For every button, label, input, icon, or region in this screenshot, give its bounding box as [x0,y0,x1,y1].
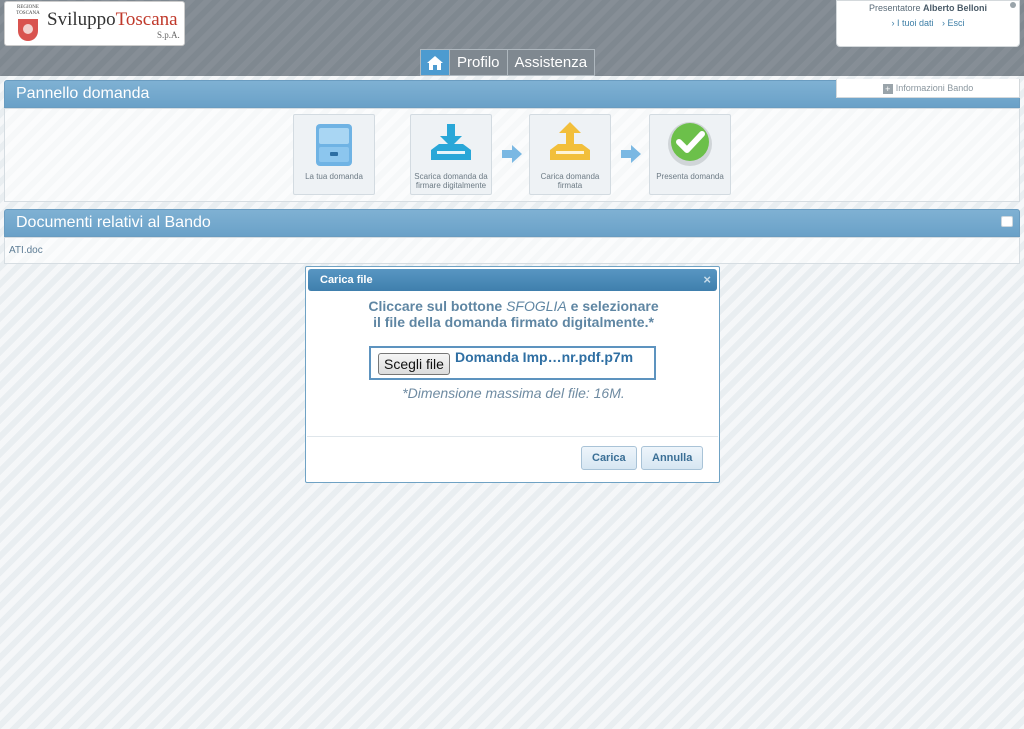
presenter-label: Presentatore [868,3,921,13]
panel-documenti-body [4,237,1020,264]
arrow-right-icon [620,143,642,165]
logo-subtitle: S.p.A. [157,30,180,40]
info-bando-label: Informazioni Bando [895,83,974,93]
download-tray-icon [427,120,475,168]
step-label: La tua domanda [305,172,363,181]
step-la-tua-domanda[interactable]: La tua domanda [293,114,375,195]
cabinet-icon [310,120,358,168]
file-size-note: *Dimensione massima del file: 16M. [402,385,625,401]
dialog-instruction: Cliccare sul bottone SFOGLIA e seleziona… [306,298,721,330]
arrow-right-icon [501,143,523,165]
panel-documenti-title: Documenti relativi al Bando [16,214,211,231]
step-presenta-domanda[interactable]: Presenta domanda [649,114,731,195]
nav-home-button[interactable] [420,49,450,76]
region-crest: REGIONE TOSCANA [13,5,43,45]
dialog-header: Carica file × [308,269,717,291]
instruction-text: e selezionare [566,298,659,314]
plus-icon: + [882,84,893,94]
instruction-line2: il file della domanda firmato digitalmen… [373,314,654,330]
instruction-emphasis: SFOGLIA [506,298,567,314]
step-carica-domanda[interactable]: Carica domanda firmata [529,114,611,195]
logo[interactable]: REGIONE TOSCANA SviluppoToscana S.p.A. [4,1,185,46]
shield-icon [18,19,38,41]
upload-button[interactable]: Carica [581,446,637,470]
step-scarica-domanda[interactable]: Scarica domanda da firmare digitalmente [410,114,492,195]
logo-title-accent: Toscana [115,9,178,30]
exit-link[interactable]: › Esci [942,18,965,28]
upload-tray-icon [546,120,594,168]
main-nav: Profilo Assistenza [420,49,596,76]
crest-text: REGIONE TOSCANA [16,5,40,16]
panel-documenti-header: Documenti relativi al Bando [4,209,1020,237]
info-bando-button[interactable]: + Informazioni Bando [836,79,1020,98]
nav-profilo[interactable]: Profilo [449,49,508,76]
panel-domanda-title: Pannello domanda [16,85,150,102]
dialog-title: Carica file [320,274,373,286]
my-data-link[interactable]: › I tuoi dati [891,18,933,28]
presenter-line: Presentatore Alberto Belloni [837,3,1019,13]
step-label: Scarica domanda da firmare digitalmente [414,172,488,190]
instruction-line1: Cliccare sul bottone SFOGLIA e seleziona… [306,298,721,314]
document-link[interactable]: ATI.doc [9,245,43,256]
logo-title: SviluppoToscana [47,9,178,31]
instruction-text: Cliccare sul bottone [368,298,507,314]
cancel-button[interactable]: Annulla [641,446,704,470]
selected-file-name: Domanda Imp…nr.pdf.p7m [455,349,634,365]
user-links: › I tuoi dati › Esci [837,18,1019,28]
logo-title-main: Sviluppo [47,9,116,30]
choose-file-button[interactable]: Scegli file [378,353,450,375]
file-input[interactable]: Scegli file Domanda Imp…nr.pdf.p7m [369,346,656,380]
step-label: Carica domanda firmata [540,172,600,190]
home-icon [427,55,443,70]
presenter-name: Alberto Belloni [923,3,988,13]
step-label: Presenta domanda [656,172,724,181]
checkmark-icon [666,120,714,168]
close-icon[interactable]: × [703,269,711,291]
nav-assistenza[interactable]: Assistenza [506,49,596,76]
close-dot-icon[interactable] [1010,2,1016,8]
user-box: Presentatore Alberto Belloni › I tuoi da… [836,0,1020,47]
dialog-divider [307,436,718,437]
collapse-icon[interactable] [1001,216,1013,227]
top-header: REGIONE TOSCANA SviluppoToscana S.p.A. P… [0,0,1024,76]
